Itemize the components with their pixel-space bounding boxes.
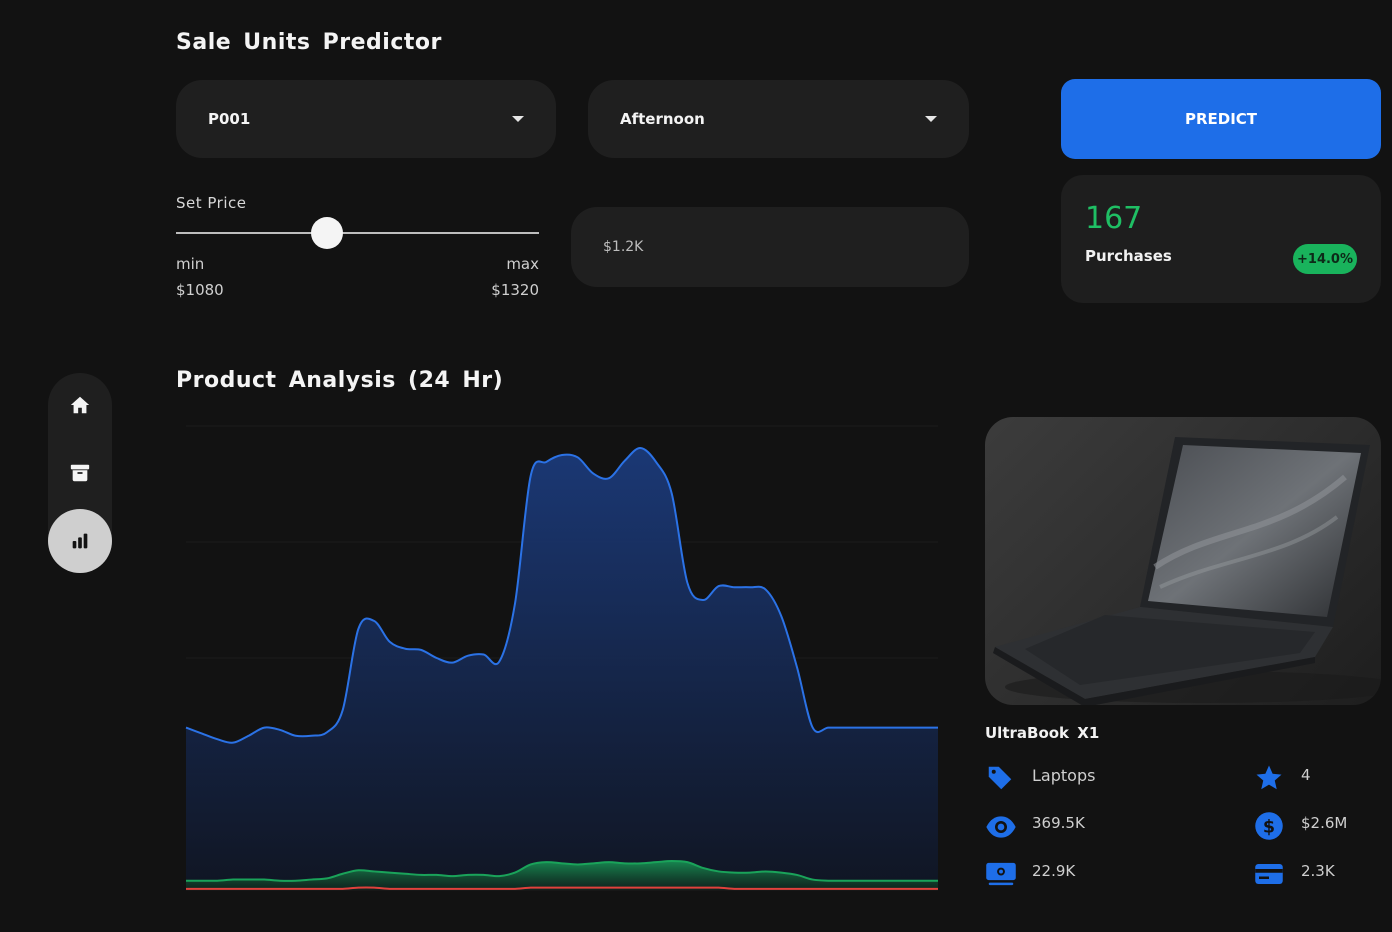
sidebar: [48, 373, 112, 573]
time-select[interactable]: Afternoon: [588, 80, 969, 158]
analysis-chart: [185, 425, 938, 891]
chevron-down-icon: [925, 116, 937, 122]
price-display-value: $1.2K: [603, 239, 644, 255]
money-icon: [985, 859, 1017, 889]
product-revenue: $2.6M: [1301, 814, 1348, 832]
credit-card-icon: [1254, 859, 1284, 889]
product-select-value: P001: [208, 110, 251, 128]
purchase-label: Purchases: [1085, 247, 1172, 265]
tag-icon: [985, 763, 1015, 793]
slider-min-value: $1080: [176, 281, 224, 299]
eye-icon: [985, 811, 1017, 843]
dollar-icon: $: [1254, 811, 1284, 841]
chevron-down-icon: [512, 116, 524, 122]
product-name: UltraBook X1: [985, 724, 1100, 742]
product-views: 369.5K: [1032, 814, 1085, 832]
sidebar-item-home[interactable]: [48, 373, 112, 437]
sidebar-item-archive[interactable]: [48, 441, 112, 505]
bar-chart-icon: [72, 533, 88, 549]
laptop-icon: [993, 437, 1381, 705]
price-label: Set Price: [176, 194, 247, 212]
svg-text:$: $: [1263, 817, 1275, 837]
price-slider-thumb[interactable]: [310, 217, 343, 249]
home-icon: [70, 396, 90, 414]
analysis-title: Product Analysis (24 Hr): [176, 368, 504, 393]
price-slider-track[interactable]: [176, 217, 539, 249]
slider-max-label: max: [506, 255, 539, 273]
result-card: 167 Purchases +14.0%: [1061, 175, 1381, 303]
star-icon: [1254, 763, 1284, 793]
product-select[interactable]: P001: [176, 80, 556, 158]
series-blue-area: [186, 448, 938, 890]
product-image: [985, 417, 1381, 705]
product-transactions: 2.3K: [1301, 862, 1335, 880]
archive-icon: [70, 464, 90, 482]
product-rating: 4: [1301, 766, 1311, 784]
product-sales: 22.9K: [1032, 862, 1076, 880]
page-title: Sale Units Predictor: [176, 30, 442, 55]
slider-max-value: $1320: [491, 281, 539, 299]
change-badge: +14.0%: [1293, 244, 1357, 274]
price-display: $1.2K: [571, 207, 969, 287]
sidebar-item-analytics[interactable]: [48, 509, 112, 573]
slider-min-label: min: [176, 255, 205, 273]
purchase-count: 167: [1085, 201, 1143, 236]
time-select-value: Afternoon: [620, 110, 705, 128]
product-category: Laptops: [1032, 766, 1096, 785]
predict-button[interactable]: PREDICT: [1061, 79, 1381, 159]
